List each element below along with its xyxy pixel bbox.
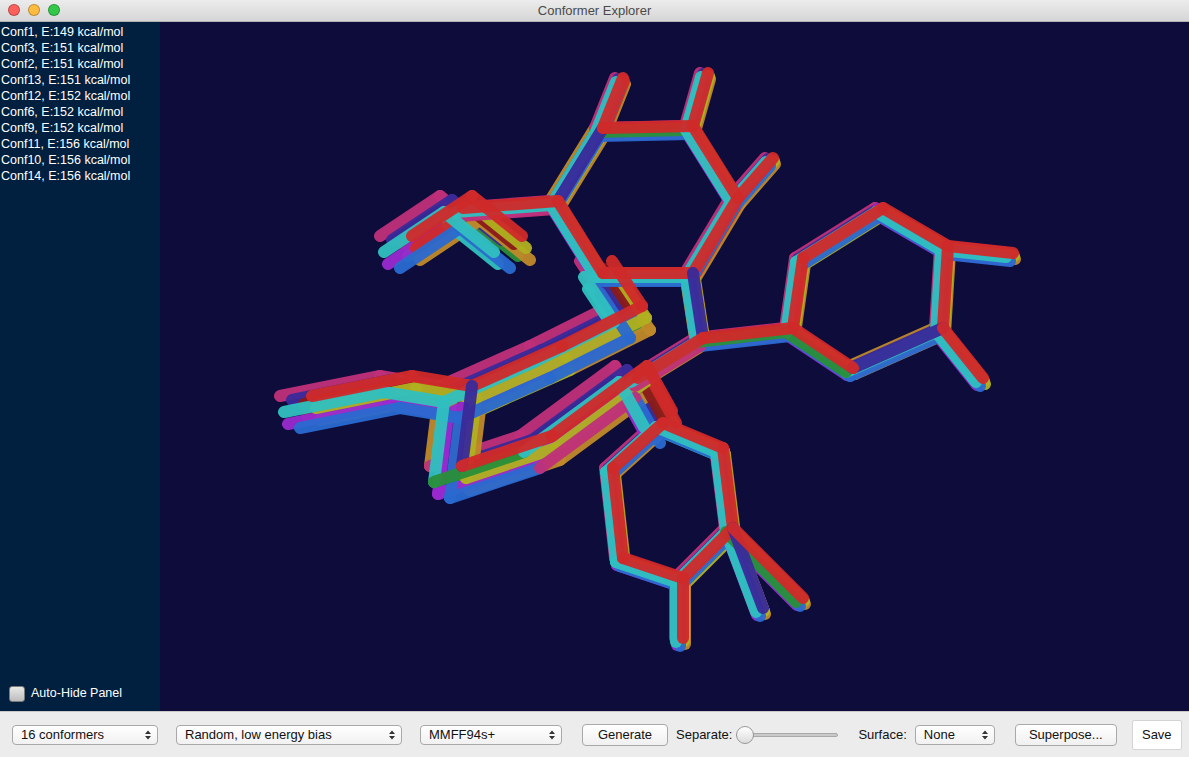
conformer-item[interactable]: Conf11, E:156 kcal/mol <box>1 136 160 152</box>
conformer-panel: Conf1, E:149 kcal/molConf3, E:151 kcal/m… <box>0 22 160 711</box>
surface-label: Surface: <box>858 725 906 745</box>
minimize-icon[interactable] <box>28 4 40 16</box>
conformer-item[interactable]: Conf12, E:152 kcal/mol <box>1 88 160 104</box>
updown-arrow-icon <box>144 729 152 741</box>
conformer-item[interactable]: Conf2, E:151 kcal/mol <box>1 56 160 72</box>
surface-select-value: None <box>924 725 955 745</box>
method-select[interactable]: Random, low energy bias <box>176 725 402 745</box>
conformer-item[interactable]: Conf10, E:156 kcal/mol <box>1 152 160 168</box>
updown-arrow-icon <box>388 729 396 741</box>
conformer-item[interactable]: Conf1, E:149 kcal/mol <box>1 24 160 40</box>
conformer-item[interactable]: Conf3, E:151 kcal/mol <box>1 40 160 56</box>
conformer-item[interactable]: Conf9, E:152 kcal/mol <box>1 120 160 136</box>
surface-select[interactable]: None <box>915 725 995 745</box>
conformer-overlay-icon[interactable] <box>160 22 1189 711</box>
close-icon[interactable] <box>8 4 20 16</box>
forcefield-select[interactable]: MMFF94s+ <box>420 725 562 745</box>
updown-arrow-icon <box>548 729 556 741</box>
conformer-count-select-value: 16 conformers <box>21 725 104 745</box>
conformer-explorer-window: Conformer Explorer Conf1, E:149 kcal/mol… <box>0 0 1189 757</box>
forcefield-select-value: MMFF94s+ <box>429 725 495 745</box>
updown-arrow-icon <box>981 729 989 741</box>
separate-label: Separate: <box>676 725 732 745</box>
title-bar: Conformer Explorer <box>0 0 1189 22</box>
superpose-button[interactable]: Superpose... <box>1015 724 1117 746</box>
conformer-count-select[interactable]: 16 conformers <box>12 725 158 745</box>
auto-hide-checkbox[interactable] <box>9 686 25 702</box>
conformer-item[interactable]: Conf14, E:156 kcal/mol <box>1 168 160 184</box>
slider-knob[interactable] <box>736 726 754 744</box>
toolbar: 16 conformers Random, low energy bias MMFF… <box>0 711 1189 757</box>
separate-slider[interactable] <box>736 725 838 745</box>
auto-hide-toggle[interactable]: Auto-Hide Panel <box>1 684 160 703</box>
conformer-item[interactable]: Conf13, E:151 kcal/mol <box>1 72 160 88</box>
generate-button[interactable]: Generate <box>582 724 668 746</box>
save-button[interactable]: Save <box>1132 720 1182 750</box>
zoom-icon[interactable] <box>48 4 60 16</box>
conformer-list: Conf1, E:149 kcal/molConf3, E:151 kcal/m… <box>1 24 160 184</box>
auto-hide-label: Auto-Hide Panel <box>31 684 122 703</box>
window-title: Conformer Explorer <box>538 4 651 17</box>
method-select-value: Random, low energy bias <box>185 725 332 745</box>
molecule-viewer[interactable] <box>160 22 1189 711</box>
conformer-item[interactable]: Conf6, E:152 kcal/mol <box>1 104 160 120</box>
